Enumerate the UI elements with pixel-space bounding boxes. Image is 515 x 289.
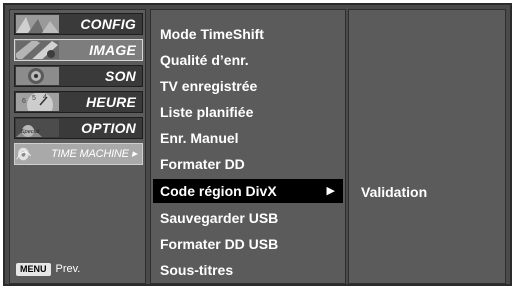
category-column: CONFIG IMAGE SON 6 5 4 HEURE Special OPT… xyxy=(9,9,146,284)
option-label: Code région DivX xyxy=(160,183,277,199)
prev-hint[interactable]: MENU Prev. xyxy=(16,261,80,277)
option-list: Mode TimeShift Qualité d’enr. TV enregis… xyxy=(150,9,346,284)
category-time-machine[interactable]: TIME MACHINE ▸ xyxy=(14,143,143,165)
category-label: IMAGE xyxy=(89,42,136,58)
option-liste-planifiee[interactable]: Liste planifiée xyxy=(153,100,343,124)
category-label: TIME MACHINE ▸ xyxy=(51,148,137,160)
special-thumbnail-icon: Special xyxy=(16,119,59,137)
option-qualite-enr[interactable]: Qualité d’enr. xyxy=(153,48,343,72)
option-mode-timeshift[interactable]: Mode TimeShift xyxy=(153,22,343,46)
category-image[interactable]: IMAGE xyxy=(14,39,143,61)
validation-item[interactable]: Validation xyxy=(361,180,427,204)
category-label: HEURE xyxy=(85,94,136,110)
option-code-region-divx[interactable]: Code région DivX ▶ xyxy=(153,179,343,203)
prev-label: Prev. xyxy=(55,263,81,275)
option-tv-enregistree[interactable]: TV enregistrée xyxy=(153,74,343,98)
submenu-arrow-icon: ▶ xyxy=(326,185,335,197)
category-son[interactable]: SON xyxy=(14,65,143,87)
submenu-panel: Validation xyxy=(348,9,506,284)
option-sauvegarder-usb[interactable]: Sauvegarder USB xyxy=(153,206,343,230)
audio-thumbnail-icon xyxy=(16,67,59,85)
option-formater-dd[interactable]: Formater DD xyxy=(153,152,343,176)
clock-thumbnail-icon: 6 5 4 xyxy=(16,93,59,111)
category-config[interactable]: CONFIG xyxy=(14,13,143,35)
menu-key-badge: MENU xyxy=(16,262,51,276)
option-enr-manuel[interactable]: Enr. Manuel xyxy=(153,126,343,150)
option-sous-titres[interactable]: Sous-titres xyxy=(153,258,343,282)
svg-text:5: 5 xyxy=(32,95,36,102)
category-heure[interactable]: 6 5 4 HEURE xyxy=(14,91,143,113)
category-label: CONFIG xyxy=(80,16,136,32)
osd-menu-frame: CONFIG IMAGE SON 6 5 4 HEURE Special OPT… xyxy=(3,3,512,286)
picture-thumbnail-icon xyxy=(16,41,59,59)
setup-thumbnail-icon xyxy=(16,15,59,33)
category-label: OPTION xyxy=(81,120,136,136)
svg-text:Special: Special xyxy=(21,129,40,135)
category-label: SON xyxy=(105,68,136,84)
option-formater-dd-usb[interactable]: Formater DD USB xyxy=(153,232,343,256)
svg-text:6: 6 xyxy=(22,98,26,105)
category-option[interactable]: Special OPTION xyxy=(14,117,143,139)
